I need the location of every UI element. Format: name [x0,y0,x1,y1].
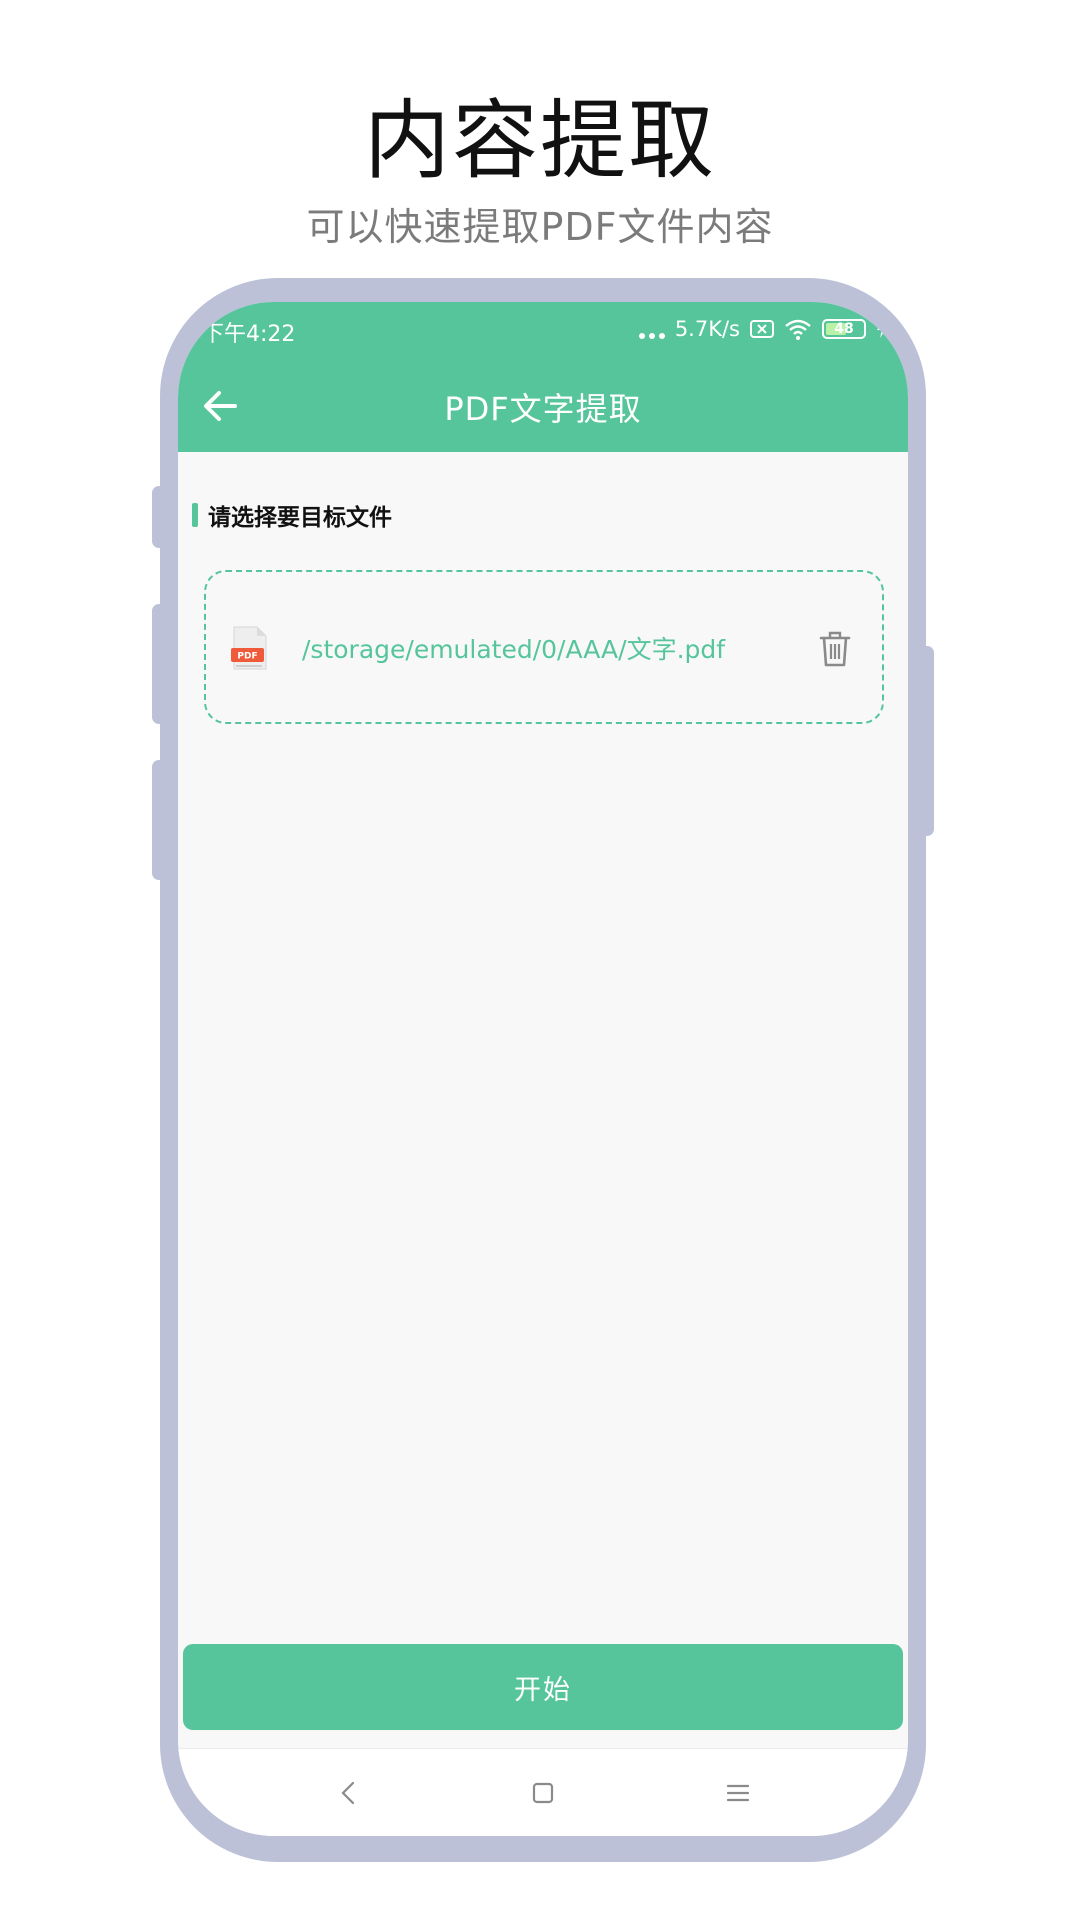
charging-icon [877,320,887,338]
status-icons: 5.7K/s 48 [638,316,888,342]
status-time: 下午4:22 [202,322,296,347]
battery-icon: 48 [822,319,866,339]
nav-back-button[interactable] [328,1773,368,1813]
delete-file-button[interactable] [818,630,852,668]
promo-title: 内容提取 [364,91,716,191]
phone-screen: 下午4:22 5.7K/s 48 PDF文字提取 请选择要目标文件 PDF /s… [178,302,908,1836]
phone-side-button-left-2 [152,604,166,724]
sim-x-icon [750,320,774,338]
svg-text:PDF: PDF [237,652,257,662]
nav-menu-button[interactable] [718,1773,758,1813]
system-nav-bar [178,1748,908,1836]
start-button[interactable]: 开始 [183,1644,903,1730]
pdf-file-icon: PDF [231,626,267,670]
promo-subtitle: 可以快速提取PDF文件内容 [306,205,774,249]
selected-file-card[interactable]: PDF /storage/emulated/0/AAA/文字.pdf [204,570,884,724]
chevron-left-icon [341,1781,355,1805]
section-accent-bar [192,503,198,527]
phone-side-button-left-1 [152,486,166,548]
section-label: 请选择要目标文件 [192,498,392,532]
file-path: /storage/emulated/0/AAA/文字.pdf [302,635,726,664]
app-bar: 下午4:22 5.7K/s 48 PDF文字提取 [178,302,908,452]
section-label-text: 请选择要目标文件 [208,505,392,531]
square-icon [532,1782,554,1804]
more-dots-icon [638,319,665,339]
app-bar-title: PDF文字提取 [444,390,642,428]
trash-icon [819,631,851,667]
battery-level: 48 [834,321,854,337]
phone-side-button-left-3 [152,760,166,880]
hamburger-icon [726,1784,750,1802]
wifi-icon [785,319,811,340]
network-speed: 5.7K/s [674,317,740,341]
nav-home-button[interactable] [523,1773,563,1813]
phone-side-button-right [920,646,934,836]
